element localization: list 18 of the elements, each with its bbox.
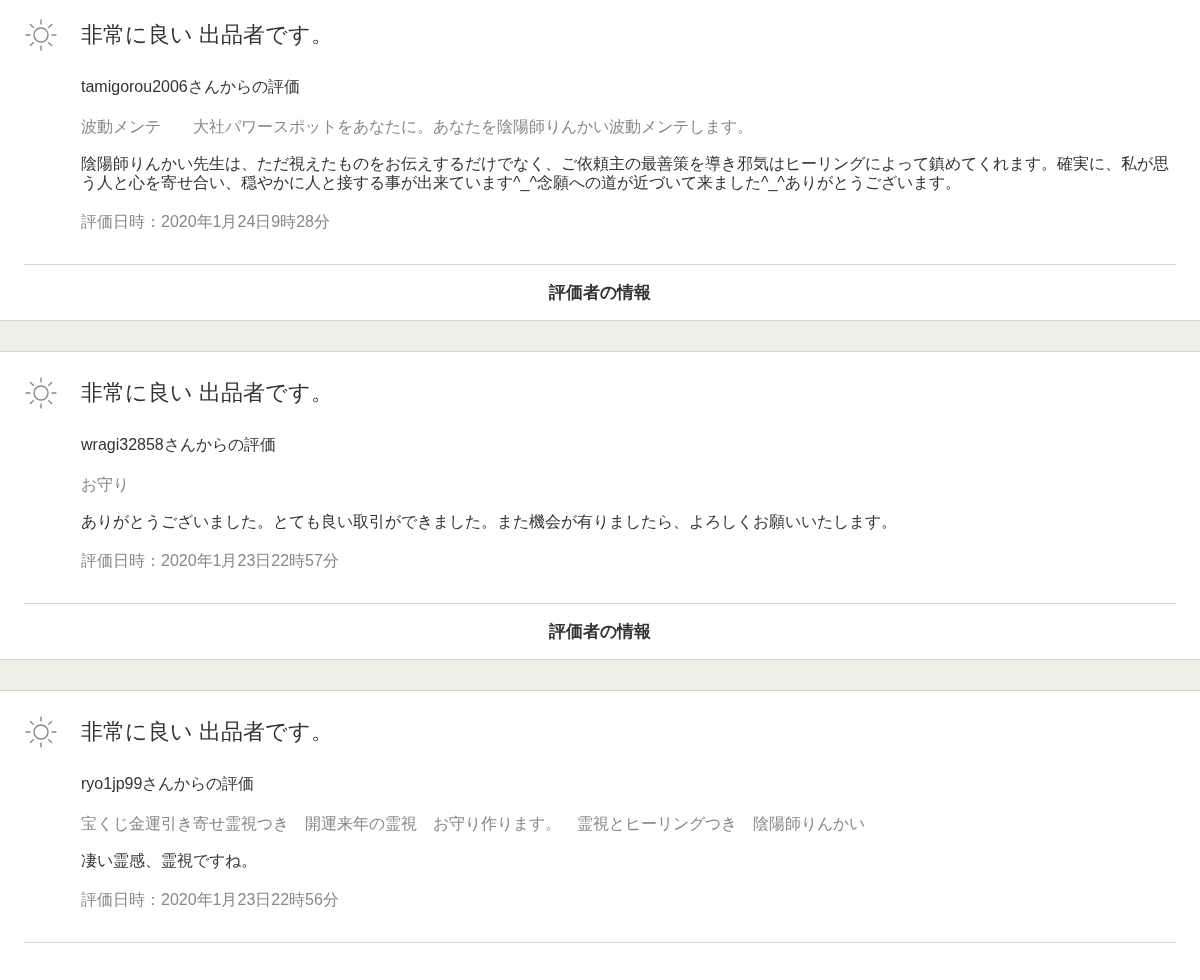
rating-title: 非常に良い 出品者です。 <box>81 379 334 407</box>
review-comment: ありがとうございました。とても良い取引ができました。また機会が有りましたら、よろしくお願いいたします。 <box>81 512 898 531</box>
reviewer-name: ryo1jp99さんからの評価 <box>81 774 256 794</box>
item-title: 宝くじ金運引き寄せ霊視つき 開運来年の霊視 お守り作ります。 霊視とヒーリングつき 陰陽師りんかい <box>81 814 866 834</box>
reviewer-name: wragi32858さんからの評価 <box>81 435 277 455</box>
reviewer-name: tamigorou2006さんからの評価 <box>81 77 301 97</box>
review-date: 評価日時：2020年1月24日9時28分 <box>81 212 331 232</box>
sun-icon <box>24 18 58 52</box>
sun-icon <box>24 376 58 410</box>
review-comment: 陰陽師りんかい先生は、ただ視えたものをお伝えするだけでなく、ご依頼主の最善策を導き邪気はヒーリングによって鎮めてくれます。確実に、私が思う人と心を寄せ合い、穏やかに人と接する事が出来ています^_^念願への道が近づいて来ました^_^ありがとうございます。 <box>81 154 1170 192</box>
item-title: お守り <box>81 475 130 495</box>
sun-icon <box>24 715 58 749</box>
review-comment: 凄い霊感、霊視ですね。 <box>81 851 258 870</box>
rating-title: 非常に良い 出品者です。 <box>81 21 334 49</box>
item-title: 波動メンテ 大社パワースポットをあなたに。あなたを陰陽師りんかい波動メンテします。 <box>81 117 754 137</box>
rating-title: 非常に良い 出品者です。 <box>81 718 334 746</box>
review-date: 評価日時：2020年1月23日22時56分 <box>81 890 340 910</box>
review-date: 評価日時：2020年1月23日22時57分 <box>81 551 340 571</box>
